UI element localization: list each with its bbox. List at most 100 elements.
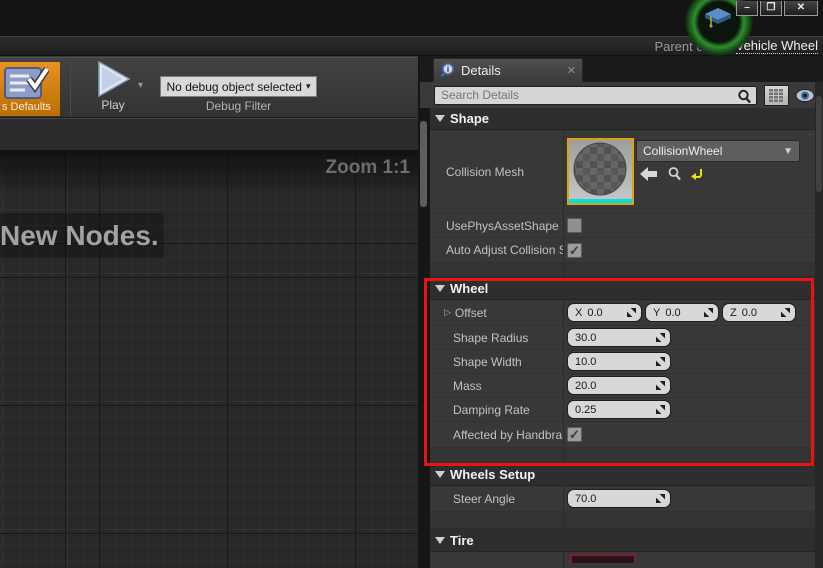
tire-thumbnail[interactable] — [570, 554, 636, 563]
drag-handle-icon — [704, 308, 713, 317]
reset-to-default-icon[interactable] — [691, 167, 703, 180]
mass-label: Mass — [430, 374, 563, 397]
auto-adjust-checkbox[interactable]: ✓ — [567, 243, 582, 258]
graph-canvas[interactable]: Zoom 1:1 New Nodes. — [0, 150, 418, 568]
chevron-down-icon: ▾ — [306, 81, 311, 92]
row-steer-angle: Steer Angle 70.0 — [430, 486, 815, 512]
section-gap — [430, 263, 815, 277]
search-icon — [737, 89, 752, 104]
category-shape-label: Shape — [450, 111, 489, 126]
collapse-arrow-icon — [435, 471, 445, 478]
handbrake-label: Affected by Handbrake — [430, 422, 563, 447]
drag-handle-icon — [656, 333, 665, 342]
use-selected-arrow-icon[interactable] — [640, 167, 658, 181]
mass-value: 20.0 — [575, 380, 651, 392]
category-wheels-setup-label: Wheels Setup — [450, 467, 535, 482]
damping-rate-field[interactable]: 0.25 — [567, 400, 671, 419]
graph-tab-bar — [0, 118, 420, 150]
axis-z-label: Z — [730, 307, 737, 319]
category-wheels-setup[interactable]: Wheels Setup — [430, 464, 815, 486]
grid-icon — [769, 89, 784, 102]
maximize-button[interactable]: ❐ — [760, 1, 782, 16]
minimize-button[interactable]: – — [736, 1, 758, 16]
drag-handle-icon — [656, 405, 665, 414]
mass-field[interactable]: 20.0 — [567, 376, 671, 395]
browse-icon[interactable] — [667, 166, 682, 181]
details-search-row: ▾ — [420, 82, 823, 108]
details-scrollbar-thumb[interactable] — [816, 96, 822, 192]
shape-width-value: 10.0 — [575, 356, 651, 368]
blueprint-class-icon — [703, 6, 733, 30]
collapse-arrow-icon — [435, 285, 445, 292]
offset-label: Offset — [455, 306, 487, 320]
debug-object-dropdown[interactable]: No debug object selected ▾ — [160, 76, 317, 97]
row-shape-radius: Shape Radius 30.0 — [430, 326, 815, 350]
property-matrix-button[interactable] — [764, 85, 790, 106]
offset-x-field[interactable]: X 0.0 — [567, 303, 642, 322]
details-info-icon: i — [440, 63, 455, 78]
debug-object-value: No debug object selected — [167, 80, 302, 94]
row-use-phys-asset: UsePhysAssetShape ✓ — [430, 214, 815, 238]
tab-details[interactable]: i Details ✕ — [433, 58, 583, 82]
row-tire-partial — [430, 552, 815, 568]
details-tab-title: Details — [461, 63, 501, 78]
shape-radius-value: 30.0 — [575, 332, 651, 344]
steer-angle-value: 70.0 — [575, 493, 651, 505]
play-label: Play — [101, 98, 124, 112]
collision-mesh-thumbnail[interactable] — [567, 138, 634, 205]
damping-rate-value: 0.25 — [575, 404, 651, 416]
category-wheel-label: Wheel — [450, 281, 488, 296]
shape-radius-field[interactable]: 30.0 — [567, 328, 671, 347]
row-collision-mesh: Collision Mesh Colli — [430, 130, 815, 214]
play-icon — [95, 60, 131, 98]
play-button[interactable]: Play — [82, 60, 144, 116]
eye-icon — [795, 89, 815, 102]
category-wheel[interactable]: Wheel — [430, 277, 815, 300]
auto-adjust-label: Auto Adjust Collision Si — [430, 238, 563, 262]
parent-class-link[interactable]: Vehicle Wheel — [736, 38, 818, 54]
wheel-mesh-preview — [569, 140, 632, 198]
shape-width-field[interactable]: 10.0 — [567, 352, 671, 371]
search-input[interactable] — [435, 87, 756, 104]
details-content: Shape Collision Mesh — [430, 108, 815, 568]
toolbar-separator — [70, 60, 71, 116]
damping-rate-label: Damping Rate — [430, 398, 563, 421]
offset-y-field[interactable]: Y 0.0 — [645, 303, 719, 322]
use-phys-asset-checkbox[interactable]: ✓ — [567, 218, 582, 233]
collision-mesh-label: Collision Mesh — [430, 130, 563, 213]
row-offset: ▷ Offset X 0.0 Y 0.0 Z 0.0 — [430, 300, 815, 326]
use-phys-asset-label: UsePhysAssetShape — [430, 214, 563, 237]
tab-close-icon[interactable]: ✕ — [567, 64, 576, 77]
class-defaults-icon — [3, 65, 49, 101]
section-gap — [430, 512, 815, 529]
unreal-editor-window: – ❐ ✕ Parent class: Vehicle Wheel s Defa… — [0, 0, 823, 568]
offset-z-field[interactable]: Z 0.0 — [722, 303, 796, 322]
shape-width-label: Shape Width — [430, 350, 563, 373]
row-shape-width: Shape Width 10.0 — [430, 350, 815, 374]
row-handbrake: Affected by Handbrake ✓ — [430, 422, 815, 448]
search-input-wrap — [434, 86, 757, 105]
drag-handle-icon — [656, 494, 665, 503]
category-tire[interactable]: Tire — [430, 529, 815, 552]
chevron-down-icon: ▼ — [783, 146, 793, 157]
collapse-arrow-icon — [435, 537, 445, 544]
offset-x-value: 0.0 — [587, 307, 622, 319]
drag-handle-icon — [656, 357, 665, 366]
collision-mesh-dropdown[interactable]: CollisionWheel ▼ — [636, 140, 800, 162]
handbrake-checkbox[interactable]: ✓ — [567, 427, 582, 442]
steer-angle-label: Steer Angle — [430, 486, 563, 511]
thumbnail-stripe — [569, 199, 632, 203]
offset-y-value: 0.0 — [665, 307, 699, 319]
category-shape[interactable]: Shape — [430, 108, 815, 130]
shape-radius-label: Shape Radius — [430, 326, 563, 349]
play-options-caret[interactable]: ▾ — [138, 80, 143, 91]
expander-icon[interactable]: ▷ — [444, 307, 451, 318]
graph-watermark: New Nodes. — [0, 213, 164, 258]
steer-angle-field[interactable]: 70.0 — [567, 489, 671, 508]
row-auto-adjust: Auto Adjust Collision Si ✓ — [430, 238, 815, 263]
class-defaults-button[interactable]: s Defaults — [0, 62, 60, 116]
graph-scrollbar[interactable] — [420, 121, 427, 207]
close-button[interactable]: ✕ — [784, 1, 818, 16]
collapse-arrow-icon — [435, 115, 445, 122]
axis-y-label: Y — [653, 307, 660, 319]
